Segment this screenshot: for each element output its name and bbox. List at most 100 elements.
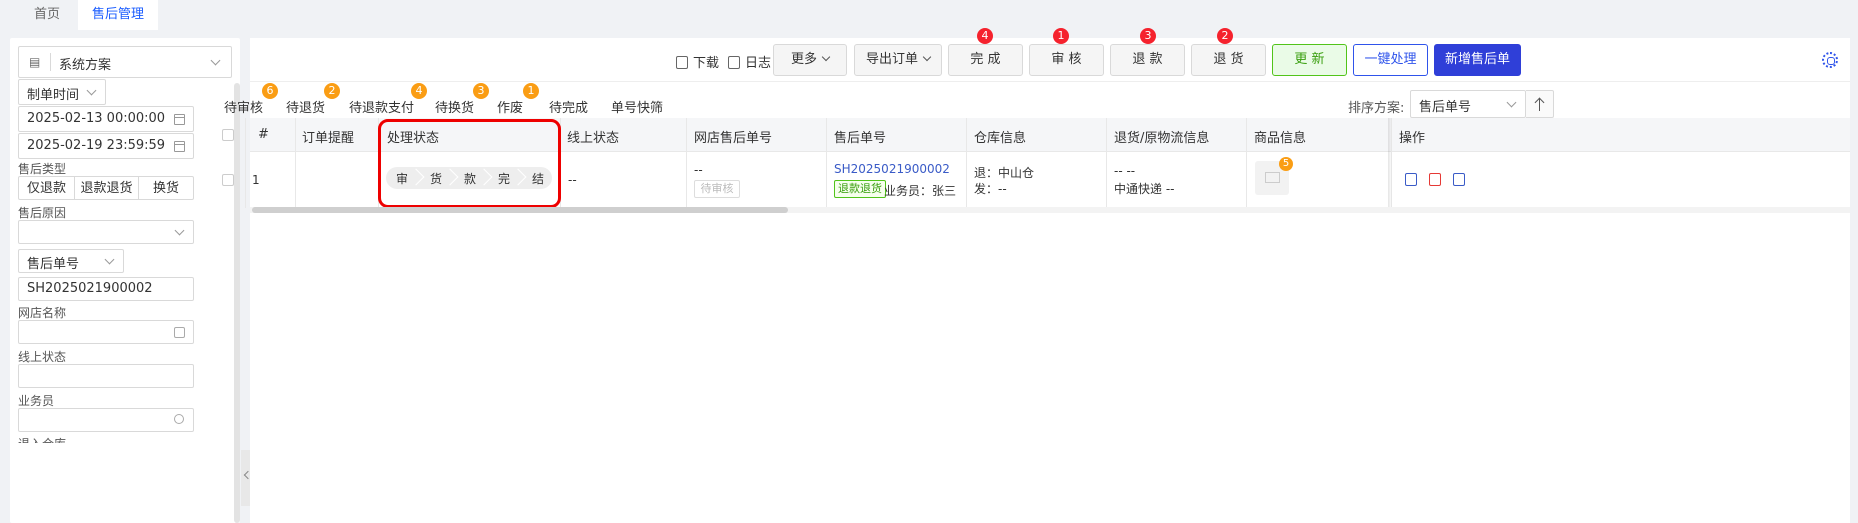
shop-select[interactable] bbox=[18, 320, 194, 344]
return-button[interactable]: 退 货 2 bbox=[1191, 28, 1266, 76]
refund-button[interactable]: 退 款 3 bbox=[1110, 28, 1185, 76]
logistics-line-1: -- -- bbox=[1114, 164, 1136, 178]
salesperson-select[interactable] bbox=[18, 408, 194, 432]
online-status-value: -- bbox=[568, 173, 577, 187]
reason-select[interactable] bbox=[18, 220, 194, 244]
row-checkbox[interactable] bbox=[222, 174, 234, 186]
review-count-badge: 1 bbox=[1053, 28, 1069, 44]
add-aftersale-button[interactable]: 新增售后单 bbox=[1434, 44, 1521, 76]
gear-icon[interactable] bbox=[1822, 52, 1838, 68]
th-index: # bbox=[258, 127, 269, 142]
status-tab-pending-review[interactable]: 待审核 6 bbox=[224, 83, 278, 116]
segment-refund-only[interactable]: 仅退款 bbox=[19, 177, 75, 199]
status-tab-quick-filter[interactable]: 单号快筛 bbox=[611, 97, 663, 116]
sidebar-scrollbar[interactable] bbox=[234, 83, 240, 523]
chevron-down-icon bbox=[86, 85, 97, 96]
filter-sidebar: ▤ 系统方案 制单时间 2025-02-13 00:00:00 2025-02-… bbox=[10, 38, 240, 523]
th-actions: 操作 bbox=[1399, 131, 1426, 146]
chevron-down-icon bbox=[210, 55, 221, 66]
number-input[interactable]: SH2025021900002 bbox=[18, 277, 194, 301]
main-panel: 下载 日志 更多 导出订单 完 成 4 审 核 1 退 款 3 退 货 2 更 … bbox=[222, 28, 1850, 523]
user-icon bbox=[174, 414, 184, 424]
count-badge: 6 bbox=[262, 83, 278, 99]
scheme-select[interactable]: ▤ 系统方案 bbox=[18, 46, 232, 78]
aftersale-no-link[interactable]: SH2025021900002 bbox=[834, 162, 950, 176]
void-icon[interactable] bbox=[1453, 173, 1465, 186]
complete-count-badge: 4 bbox=[977, 28, 993, 44]
status-tab-pending-exchange[interactable]: 待换货 3 bbox=[435, 83, 489, 116]
warehouse-label-truncated: 退入仓库 bbox=[18, 435, 66, 443]
th-reminder: 订单提醒 bbox=[302, 131, 355, 146]
tab-aftersale[interactable]: 售后管理 bbox=[78, 0, 159, 30]
reason-label: 售后原因 bbox=[18, 206, 67, 220]
th-warehouse: 仓库信息 bbox=[974, 131, 1027, 146]
th-goods: 商品信息 bbox=[1254, 131, 1307, 146]
warehouse-ship: 发：-- bbox=[974, 182, 1007, 196]
date-type-select[interactable]: 制单时间 bbox=[18, 79, 106, 105]
refresh-button[interactable]: 更 新 bbox=[1272, 44, 1347, 76]
salesperson-label: 业务员 bbox=[18, 394, 55, 408]
document-icon: ▤ bbox=[29, 55, 41, 69]
status-tab-void[interactable]: 作废 1 bbox=[497, 83, 539, 116]
download-link[interactable]: 下载 bbox=[676, 52, 719, 71]
sort-direction-button[interactable] bbox=[1526, 90, 1554, 118]
row-index: 1 bbox=[252, 173, 260, 187]
scrollbar-thumb[interactable] bbox=[252, 207, 788, 213]
number-type-select[interactable]: 售后单号 bbox=[18, 249, 124, 273]
top-tab-bar: 首页 售后管理 bbox=[0, 0, 1858, 30]
status-tab-pending-return[interactable]: 待退货 2 bbox=[286, 83, 340, 116]
online-status-select[interactable] bbox=[18, 364, 194, 388]
goods-count-badge: 5 bbox=[1279, 157, 1293, 171]
aftersale-type-segmented: 仅退款 退款退货 换货 bbox=[18, 176, 194, 200]
aftersale-table: # 订单提醒 处理状态 线上状态 网店售后单号 售后单号 仓库信息 退货/原物流… bbox=[222, 118, 1850, 213]
pending-review-badge: 待审核 bbox=[694, 180, 740, 198]
trash-icon[interactable] bbox=[1429, 173, 1441, 186]
segment-refund-return[interactable]: 退款退货 bbox=[75, 177, 139, 199]
download-icon bbox=[676, 56, 688, 69]
image-placeholder-icon bbox=[1265, 172, 1280, 183]
fixed-column-shadow bbox=[1388, 118, 1392, 208]
review-button[interactable]: 审 核 1 bbox=[1029, 28, 1104, 76]
shop-aftersale-no: -- bbox=[694, 163, 703, 177]
scheme-select-value: 系统方案 bbox=[59, 58, 112, 73]
tab-home[interactable]: 首页 bbox=[20, 0, 74, 30]
process-status-highlight bbox=[378, 119, 561, 208]
product-thumbnail[interactable]: 5 bbox=[1255, 157, 1293, 195]
th-shop-aftersale-no: 网店售后单号 bbox=[694, 131, 773, 146]
table-horizontal-scrollbar[interactable] bbox=[250, 207, 1850, 213]
status-tab-pending-refund-payment[interactable]: 待退款支付 4 bbox=[349, 83, 427, 116]
date-end-input[interactable]: 2025-02-19 23:59:59 bbox=[18, 133, 194, 159]
log-link[interactable]: 日志 bbox=[728, 52, 771, 71]
divider bbox=[50, 53, 51, 71]
sort-select[interactable]: 售后单号 bbox=[1410, 90, 1526, 118]
more-dropdown[interactable]: 更多 bbox=[773, 44, 847, 76]
th-logistics: 退货/原物流信息 bbox=[1114, 131, 1210, 146]
chevron-down-icon bbox=[174, 225, 185, 236]
warehouse-return: 退：中山仓 bbox=[974, 166, 1035, 180]
calendar-icon bbox=[174, 114, 185, 125]
column-divider bbox=[245, 118, 246, 208]
toolbar: 下载 日志 更多 导出订单 完 成 4 审 核 1 退 款 3 退 货 2 更 … bbox=[250, 28, 1850, 82]
export-dropdown[interactable]: 导出订单 bbox=[854, 44, 942, 76]
count-badge: 4 bbox=[411, 83, 427, 99]
segment-exchange[interactable]: 换货 bbox=[139, 177, 193, 199]
online-status-label: 线上状态 bbox=[18, 350, 67, 364]
shop-label: 网店名称 bbox=[18, 306, 67, 320]
chevron-down-icon bbox=[1506, 97, 1517, 108]
complete-button[interactable]: 完 成 4 bbox=[948, 28, 1023, 76]
edit-icon[interactable] bbox=[1405, 173, 1417, 186]
th-online-status: 线上状态 bbox=[567, 131, 620, 146]
count-badge: 3 bbox=[473, 83, 489, 99]
app-root: 首页 售后管理 ▤ 系统方案 制单时间 2025-02-13 00:00:00 … bbox=[0, 0, 1858, 523]
chevron-down-icon bbox=[922, 52, 932, 62]
select-all-checkbox[interactable] bbox=[222, 129, 234, 141]
status-tab-pending-complete[interactable]: 待完成 bbox=[549, 97, 588, 116]
type-tag: 退款退货 bbox=[834, 180, 886, 198]
count-badge: 2 bbox=[324, 83, 340, 99]
th-aftersale-no: 售后单号 bbox=[834, 131, 887, 146]
one-click-process-button[interactable]: 一键处理 bbox=[1353, 44, 1428, 76]
date-start-input[interactable]: 2025-02-13 00:00:00 bbox=[18, 106, 194, 132]
aftersale-type-label: 售后类型 bbox=[18, 162, 67, 176]
chevron-down-icon bbox=[104, 254, 115, 265]
log-icon bbox=[728, 56, 740, 69]
